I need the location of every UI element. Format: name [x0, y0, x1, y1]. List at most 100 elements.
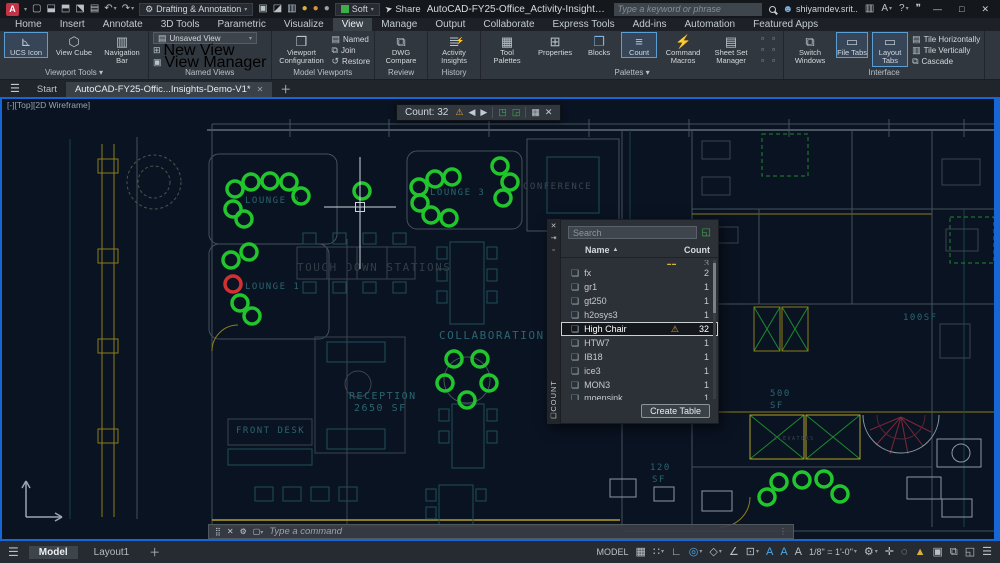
file-tab-active-drawing[interactable]: AutoCAD-FY25-Offic...Insights-Demo-V1* ✕	[66, 82, 272, 97]
block-count-row[interactable]: ❏moensink1	[561, 392, 718, 401]
command-line[interactable]: ⣿ ✕ ⚙ ▢▾ Type a command ⋮	[208, 524, 794, 539]
block-count-row[interactable]: ❏MON31	[561, 378, 718, 392]
new-file-icon[interactable]: ▢	[32, 4, 41, 14]
tile-horizontally-button[interactable]: ▤ Tile Horizontally	[912, 34, 980, 45]
create-table-button[interactable]: Create Table	[641, 404, 710, 418]
previous-instance-icon[interactable]: ◀	[468, 108, 475, 117]
blocks-button[interactable]: ❐ Blocks	[581, 32, 617, 58]
count-button[interactable]: ≡ Count	[621, 32, 657, 58]
command-macros-button[interactable]: ⚡ Command Macros	[661, 32, 705, 67]
window-interface-icon[interactable]: ⧉	[950, 547, 958, 558]
count-marker-highlight[interactable]	[232, 295, 248, 311]
autodesk-account-icon[interactable]: A▾	[881, 4, 892, 14]
count-marker-highlight[interactable]	[446, 351, 462, 367]
name-column-header[interactable]: Name	[585, 245, 610, 255]
annotation-visibility-icon[interactable]: A	[766, 547, 773, 558]
open-file-icon[interactable]: ⬓	[46, 4, 55, 14]
close-icon[interactable]: ✕	[551, 222, 557, 232]
view-manager-button[interactable]: ▣ View Manager	[153, 57, 267, 68]
save-icon[interactable]: ⬒	[61, 4, 70, 14]
switch-windows-button[interactable]: ⧉ Switch Windows	[788, 32, 832, 67]
account-menu[interactable]: ☻ shiyamdev.srit..	[783, 4, 858, 15]
maximize-button[interactable]: □	[954, 4, 969, 14]
command-line-close-icon[interactable]: ✕	[227, 527, 234, 536]
block-count-row[interactable]: ❏gt2501	[561, 294, 718, 308]
lock-ui-icon[interactable]: ●	[324, 4, 330, 14]
ribbon-tab-automation[interactable]: Automation	[676, 18, 745, 31]
search-icon[interactable]	[769, 6, 776, 13]
command-input-placeholder[interactable]: Type a command	[269, 526, 342, 537]
tool-palettes-button[interactable]: ▦ Tool Palettes	[485, 32, 529, 67]
file-tab-start[interactable]: Start	[28, 82, 66, 97]
block-count-row[interactable]: ❏fx2	[561, 266, 718, 280]
object-snap-tracking-icon[interactable]: ∠	[729, 547, 739, 558]
palette-extra-icon[interactable]: ▫	[768, 45, 779, 56]
open-from-web-icon[interactable]: ▣	[258, 4, 267, 14]
auto-hide-icon[interactable]: ⇥	[551, 234, 557, 244]
tile-vertically-button[interactable]: ▥ Tile Vertically	[912, 45, 980, 56]
block-count-row-selected[interactable]: ❏High Chair⚠32	[561, 322, 718, 336]
ucs-icon-button[interactable]: ⊾ UCS Icon	[4, 32, 48, 58]
layout1-tab[interactable]: Layout1	[84, 546, 140, 559]
redo-icon[interactable]: ↷▾	[122, 4, 134, 14]
palette-extra-icon[interactable]: ▫	[768, 56, 779, 67]
ortho-mode-icon[interactable]: ∟	[671, 547, 682, 558]
file-tab-menu-icon[interactable]: ☰	[2, 82, 28, 95]
ribbon-tab-3d-tools[interactable]: 3D Tools	[152, 18, 209, 31]
block-count-row[interactable]: ❏gr11	[561, 280, 718, 294]
ribbon-tab-collaborate[interactable]: Collaborate	[474, 18, 543, 31]
ribbon-tab-home[interactable]: Home	[6, 18, 51, 31]
block-count-row[interactable]: ❏ice31	[561, 364, 718, 378]
palette-title-bar[interactable]: ✕⇥▫ COUNT ❏	[547, 219, 560, 424]
panel-title-interface[interactable]: Interface	[788, 68, 980, 79]
viewport-controls-label[interactable]: [-][Top][2D Wireframe]	[7, 100, 90, 110]
customize-wrench-icon[interactable]: ⚙	[240, 527, 247, 536]
model-tab[interactable]: Model	[29, 546, 78, 559]
count-marker-highlight[interactable]	[771, 474, 787, 490]
polar-tracking-icon[interactable]: ◎▾	[689, 547, 703, 558]
palette-extra-icon[interactable]: ▫	[757, 45, 768, 56]
navigation-bar-button[interactable]: ▥ Navigation Bar	[100, 32, 144, 67]
layer-control-dropdown[interactable]: Soft ▾	[335, 3, 380, 16]
count-marker-highlight[interactable]	[243, 174, 259, 190]
count-marker-highlight[interactable]	[794, 472, 810, 488]
add-selected-objects-icon[interactable]: ◲	[512, 108, 521, 117]
close-tab-icon[interactable]: ✕	[257, 85, 264, 94]
zoom-to-selected-icon[interactable]: ◳	[498, 108, 507, 117]
snap-mode-icon[interactable]: ∷▾	[653, 547, 664, 558]
count-marker-highlight[interactable]	[472, 351, 488, 367]
new-layout-button[interactable]: ＋	[145, 544, 164, 560]
workspace-dropdown[interactable]: ⚙ Drafting & Annotation ▾	[139, 3, 253, 16]
panel-title-named-views[interactable]: Named Views	[153, 68, 267, 79]
autocad-logo[interactable]: A	[6, 3, 19, 16]
graphics-performance-icon[interactable]: ▲	[915, 547, 926, 558]
new-drawing-tab-button[interactable]: ＋	[272, 81, 299, 97]
count-marker-highlight[interactable]	[354, 183, 370, 199]
isometric-drafting-icon[interactable]: ◇▾	[709, 547, 721, 558]
ribbon-tab-add-ins[interactable]: Add-ins	[624, 18, 676, 31]
share-button[interactable]: ➤ Share	[385, 4, 421, 15]
palette-extra-icon[interactable]: ▫	[768, 34, 779, 45]
help-search-input[interactable]	[618, 4, 758, 14]
warning-icon[interactable]: ⚠	[455, 108, 463, 117]
activity-insights-button[interactable]: ≣⚡ Activity Insights	[432, 32, 476, 67]
ribbon-tab-express-tools[interactable]: Express Tools	[544, 18, 624, 31]
lighting-icon[interactable]: ●	[313, 4, 319, 14]
annotation-monitor-icon[interactable]: ✛	[885, 547, 894, 558]
scrollbar-thumb[interactable]	[713, 263, 716, 313]
palette-extra-icon[interactable]: ▫	[757, 34, 768, 45]
drawing-canvas[interactable]: LOUNGE 2LOUNGE 3CONFERENCELOUNGE 1TOUCH …	[0, 97, 1000, 541]
panel-title-model-viewports[interactable]: Model Viewports	[276, 68, 371, 79]
ribbon-tab-featured-apps[interactable]: Featured Apps	[744, 18, 827, 31]
named-viewports-button[interactable]: ▤ Named	[332, 34, 371, 45]
palette-search-input[interactable]	[568, 226, 697, 239]
count-marker-highlight[interactable]	[241, 244, 257, 260]
block-count-row[interactable]: ▂▂3	[561, 259, 718, 266]
command-history-icon[interactable]: ⋮	[779, 527, 787, 536]
ribbon-tab-parametric[interactable]: Parametric	[208, 18, 274, 31]
annotation-scale-value[interactable]: 1/8" = 1'-0"▾	[809, 548, 857, 557]
count-marker-highlight[interactable]	[759, 489, 775, 505]
properties-button[interactable]: ⊞ Properties	[533, 32, 577, 58]
command-line-grip-icon[interactable]: ⣿	[215, 527, 221, 536]
count-marker-highlight[interactable]	[492, 158, 508, 174]
